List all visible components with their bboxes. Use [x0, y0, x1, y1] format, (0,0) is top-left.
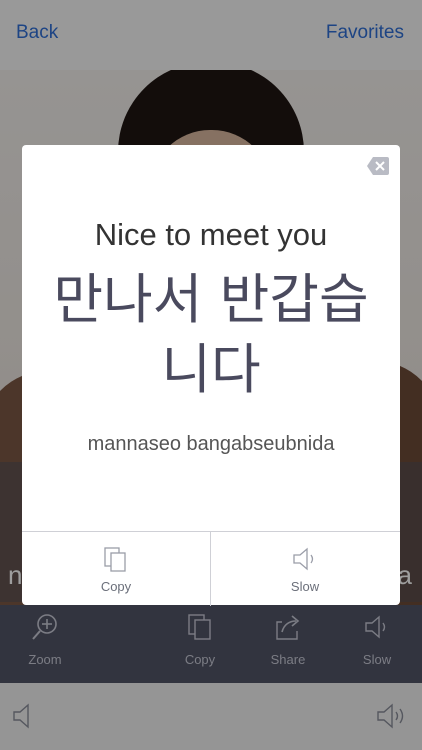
card-slow-label: Slow	[290, 579, 320, 594]
card-copy-button[interactable]: Copy	[22, 532, 210, 606]
close-icon[interactable]	[366, 154, 390, 178]
romanization: mannaseo bangabseubnida	[87, 433, 335, 455]
copy-icon	[104, 547, 126, 572]
english-phrase: Nice to meet you	[94, 217, 328, 252]
speaker-icon	[293, 547, 314, 571]
card-actions: Copy Slow	[22, 531, 400, 606]
phrase-card: Nice to meet you 만나서 반갑습니다 mannaseo bang…	[22, 145, 400, 606]
card-slow-button[interactable]: Slow	[211, 532, 399, 606]
card-copy-label: Copy	[100, 579, 132, 594]
korean-phrase: 만나서 반갑습니다	[53, 268, 369, 401]
